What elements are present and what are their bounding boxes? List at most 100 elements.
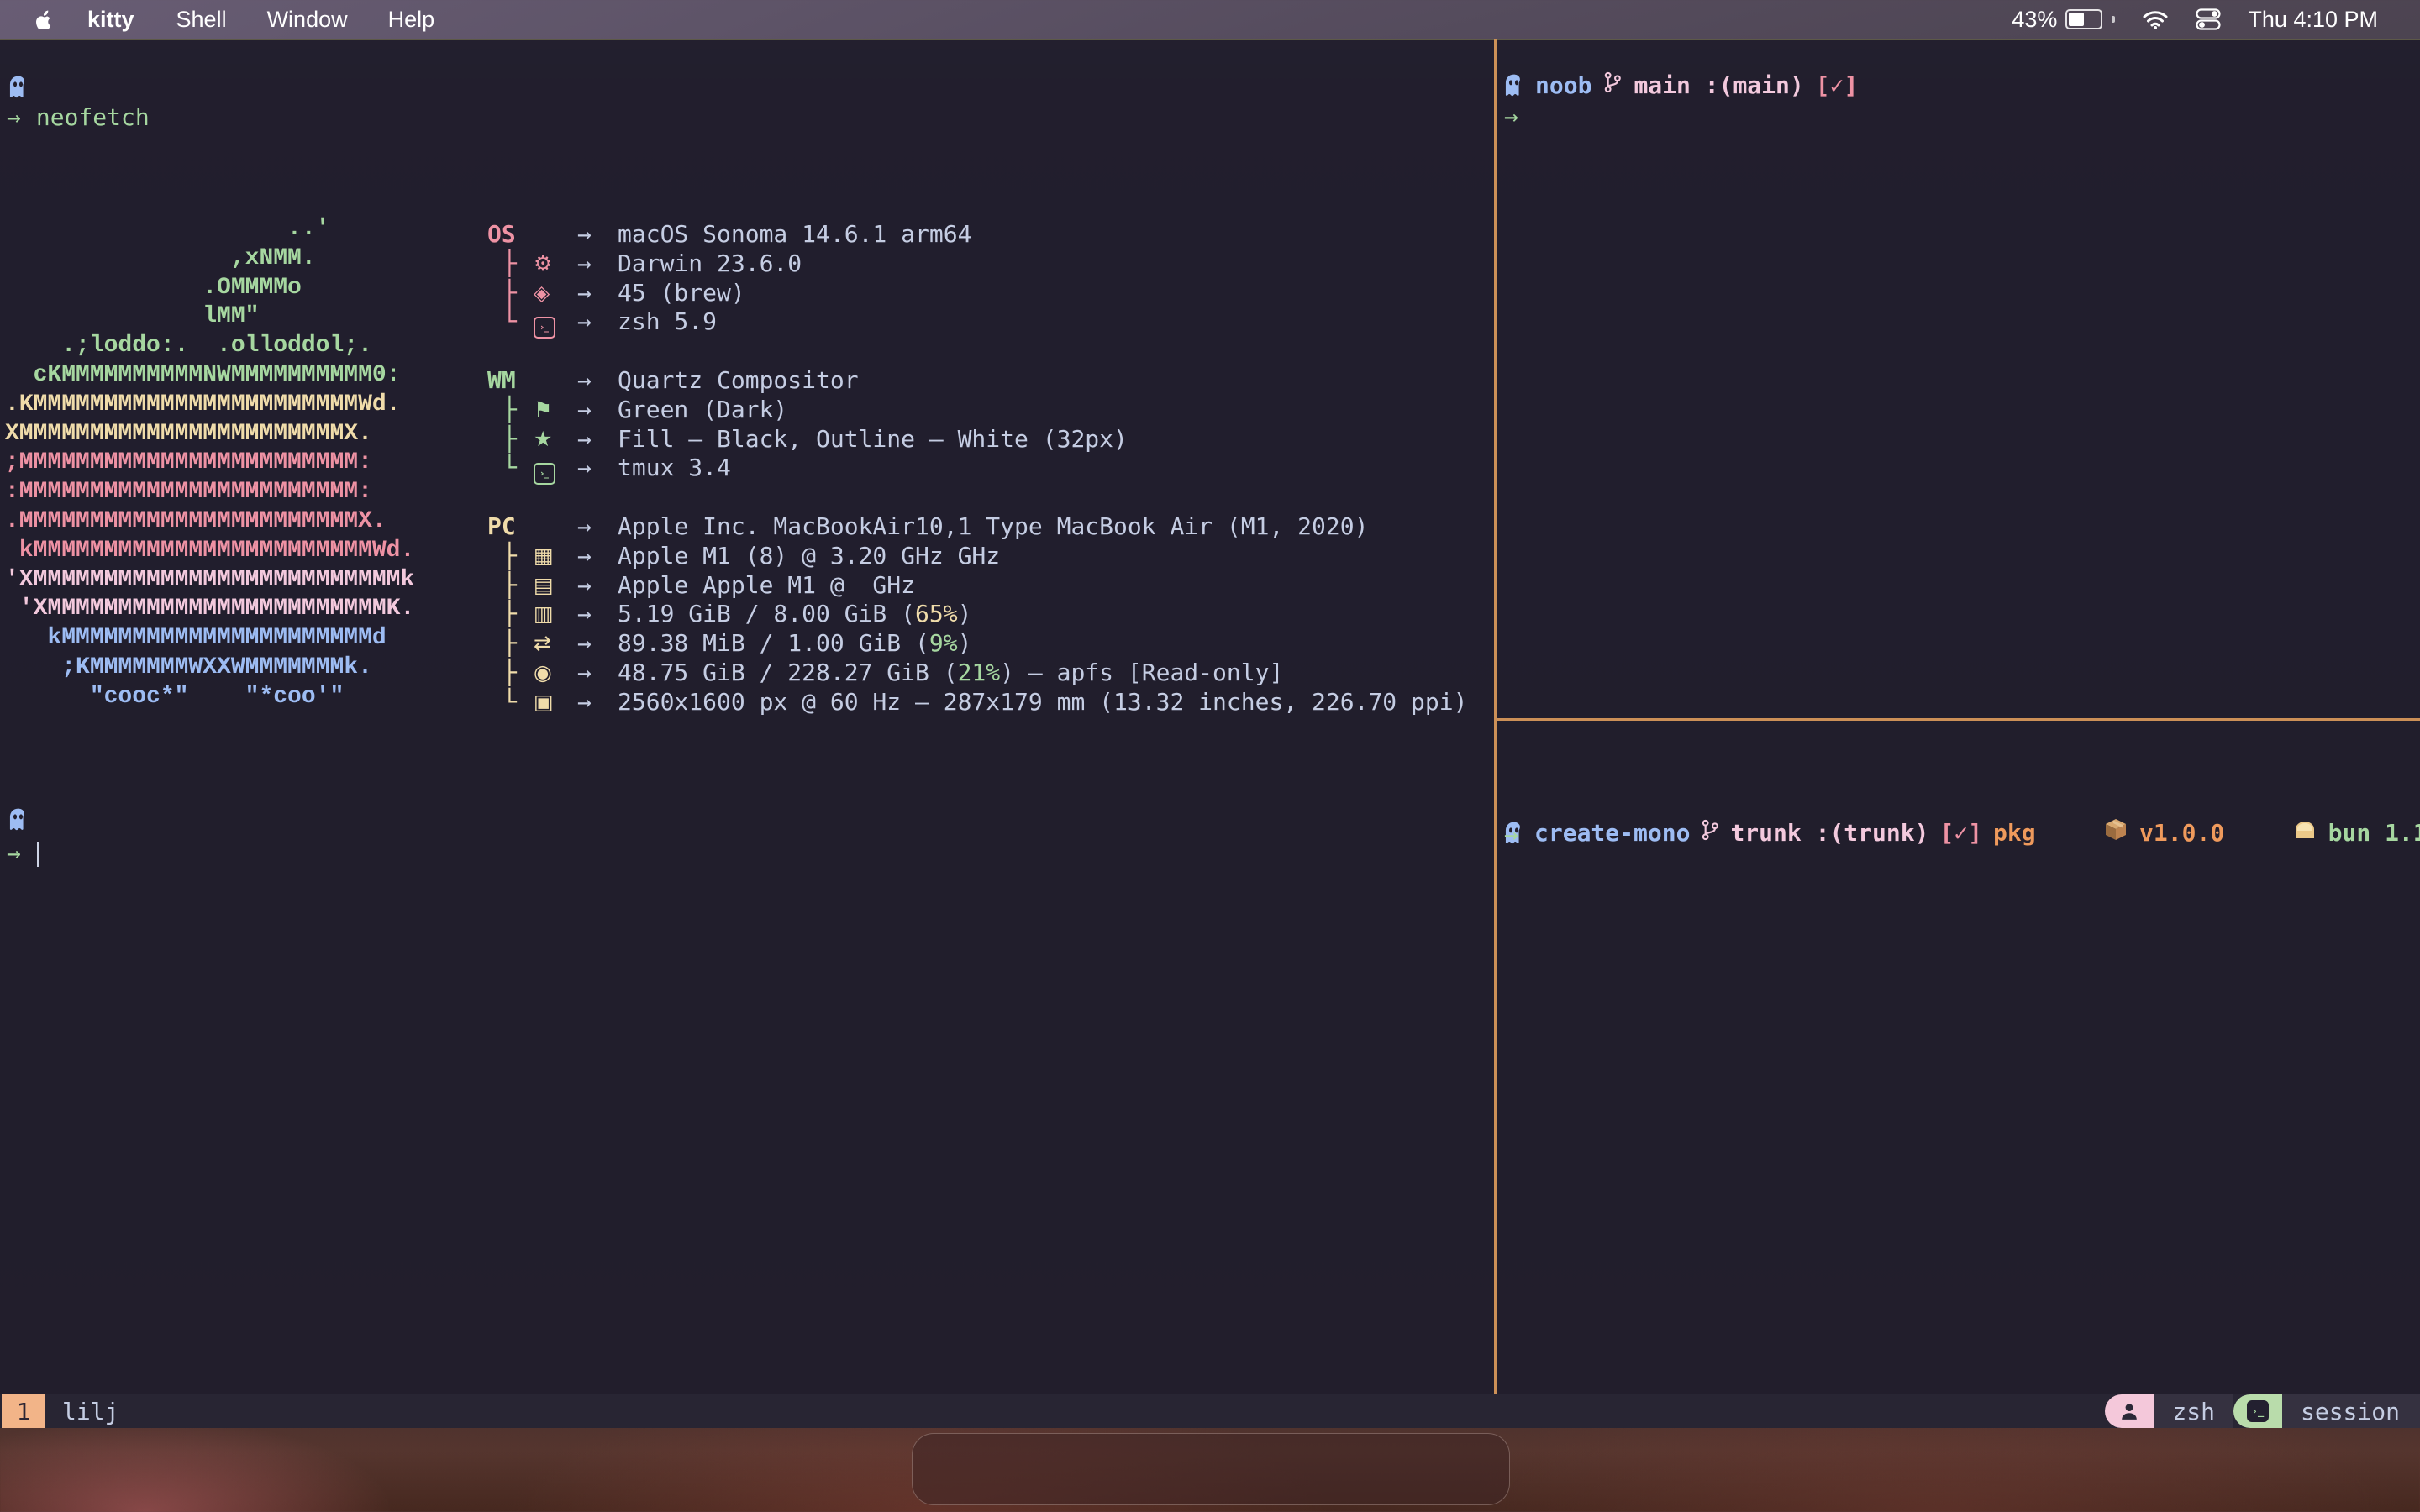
- info-row: ├⚙→Darwin 23.6.0: [487, 249, 1467, 279]
- control-center-menu[interactable]: [2182, 0, 2234, 39]
- tree-branch: ├: [487, 249, 534, 279]
- tree-branch: ├: [487, 600, 534, 629]
- prompt-arrow: →: [1504, 820, 1518, 849]
- tree-branch: └: [487, 688, 534, 717]
- ascii-art-line: ..': [5, 215, 414, 244]
- ghost-icon: [8, 808, 28, 831]
- info-row: ├★→Fill – Black, Outline – White (32px): [487, 425, 1467, 454]
- info-arrow: →: [577, 396, 618, 425]
- left-pane-input-line[interactable]: →: [7, 838, 21, 868]
- tree-branch: ├: [487, 279, 534, 308]
- gpu-icon: ▤: [534, 571, 577, 601]
- tree-branch: ├: [487, 659, 534, 688]
- git-branch-icon: [1701, 819, 1719, 847]
- tmux-horizontal-pane-divider[interactable]: [1497, 718, 2420, 721]
- info-arrow: →: [577, 454, 618, 483]
- battery-percent-label: 43%: [2012, 7, 2057, 33]
- info-value: tmux 3.4: [618, 454, 731, 483]
- battery-icon: [2065, 9, 2102, 29]
- menu-shell[interactable]: Shell: [156, 0, 247, 39]
- tree-branch: ├: [487, 629, 534, 659]
- ghost-icon: [8, 76, 28, 98]
- info-row: └›_→tmux 3.4: [487, 454, 1467, 483]
- person-icon: [2105, 1394, 2154, 1428]
- command-line: → neofetch: [7, 102, 150, 132]
- ascii-art-line: ;MMMMMMMMMMMMMMMMMMMMMMMM:: [5, 449, 414, 478]
- package-emoji-icon: [2047, 790, 2128, 876]
- info-value: 5.19 GiB / 8.00 GiB (65%): [618, 600, 971, 629]
- command-text: neofetch: [36, 102, 150, 132]
- info-section-pc: PC→Apple Inc. MacBookAir10,1 Type MacBoo…: [487, 512, 1467, 717]
- display-icon: ▣: [534, 688, 577, 717]
- ascii-art-line: lMM": [5, 302, 414, 332]
- info-value: 45 (brew): [618, 279, 745, 308]
- info-value: Green (Dark): [618, 396, 787, 425]
- info-arrow: →: [577, 220, 618, 249]
- tree-branch: ├: [487, 542, 534, 571]
- swap-icon: ⇄: [534, 629, 577, 659]
- memory-icon: ▥: [534, 600, 577, 629]
- runtime-version: bun 1.1: [2328, 819, 2420, 847]
- ascii-art-line: :MMMMMMMMMMMMMMMMMMMMMMMM:: [5, 478, 414, 507]
- info-row: └›_→zsh 5.9: [487, 307, 1467, 337]
- info-row: ├⇄→89.38 MiB / 1.00 GiB (9%): [487, 629, 1467, 659]
- right-bottom-input-line[interactable]: →: [1504, 820, 1518, 849]
- host-name: noob: [1535, 71, 1591, 99]
- terminal-icon: ›_: [2233, 1394, 2282, 1428]
- tmux-vertical-pane-divider[interactable]: [1494, 39, 1497, 1394]
- apple-logo-icon: [35, 9, 52, 29]
- info-value: Darwin 23.6.0: [618, 249, 802, 279]
- gear-icon: ⚙: [534, 249, 577, 279]
- menu-help[interactable]: Help: [368, 0, 455, 39]
- star-icon: ★: [534, 425, 577, 454]
- battery-tip: [2112, 16, 2115, 23]
- host-name: create-mono: [1534, 819, 1690, 847]
- wifi-icon: [2142, 8, 2169, 30]
- apple-menu[interactable]: [0, 9, 67, 29]
- info-arrow: →: [577, 307, 618, 337]
- tmux-window-name[interactable]: lilj: [62, 1398, 118, 1425]
- terminal-icon: ›_: [534, 453, 577, 485]
- right-top-input-line[interactable]: →: [1504, 102, 1518, 131]
- ascii-art-line: XMMMMMMMMMMMMMMMMMMMMMMMX.: [5, 420, 414, 449]
- info-value: Apple M1 (8) @ 3.20 GHz GHz: [618, 542, 1000, 571]
- wifi-menu[interactable]: [2128, 0, 2182, 39]
- git-status-check: [✓]: [1816, 71, 1859, 99]
- ghost-icon: [1504, 74, 1523, 97]
- menu-app-name[interactable]: kitty: [67, 0, 156, 39]
- ascii-art-line: .KMMMMMMMMMMMMMMMMMMMMMMMWd.: [5, 391, 414, 420]
- tmux-window-index-badge[interactable]: 1: [2, 1394, 45, 1428]
- tmux-session-chip: ›_ session: [2233, 1394, 2420, 1428]
- tree-branch: └: [487, 454, 534, 483]
- info-value: 48.75 GiB / 228.27 GiB (21%) – apfs [Rea…: [618, 659, 1283, 688]
- info-row: PC→Apple Inc. MacBookAir10,1 Type MacBoo…: [487, 512, 1467, 542]
- tree-branch: ├: [487, 396, 534, 425]
- info-value: 89.38 MiB / 1.00 GiB (9%): [618, 629, 971, 659]
- info-value: Apple Apple M1 @ GHz: [618, 571, 915, 601]
- menu-window[interactable]: Window: [247, 0, 368, 39]
- info-value: 2560x1600 px @ 60 Hz – 287x179 mm (13.32…: [618, 688, 1467, 717]
- battery-status[interactable]: 43%: [1998, 0, 2128, 39]
- control-center-icon: [2196, 8, 2221, 31]
- tmux-status-bar: 1 lilj zsh ›_ session: [0, 1394, 2420, 1428]
- git-branch-label: trunk :(trunk): [1730, 819, 1928, 847]
- info-label: OS: [487, 220, 534, 249]
- ghost-icon: [8, 76, 28, 98]
- git-status-check: [✓]: [1939, 819, 1982, 847]
- pkg-label: pkg: [1993, 819, 2036, 847]
- info-section-os: OS→macOS Sonoma 14.6.1 arm64├⚙→Darwin 23…: [487, 220, 1467, 337]
- info-arrow: →: [577, 366, 618, 396]
- info-row: WM→Quartz Compositor: [487, 366, 1467, 396]
- clock[interactable]: Thu 4:10 PM: [2234, 0, 2391, 39]
- info-value: Apple Inc. MacBookAir10,1 Type MacBook A…: [618, 512, 1368, 542]
- pkg-version: v1.0.0: [2139, 819, 2224, 847]
- ascii-art-line: 'XMMMMMMMMMMMMMMMMMMMMMMMMMMk: [5, 566, 414, 596]
- info-arrow: →: [577, 571, 618, 601]
- tree-branch: ├: [487, 571, 534, 601]
- info-row: ├◉→48.75 GiB / 228.27 GiB (21%) – apfs […: [487, 659, 1467, 688]
- text-cursor: [37, 842, 39, 867]
- info-section-wm: WM→Quartz Compositor├⚑→Green (Dark)├★→Fi…: [487, 366, 1467, 483]
- info-value: Quartz Compositor: [618, 366, 859, 396]
- ascii-art-line: "cooc*" "*coo'": [5, 683, 414, 712]
- menu-bar: kitty Shell Window Help 43%: [0, 0, 2420, 39]
